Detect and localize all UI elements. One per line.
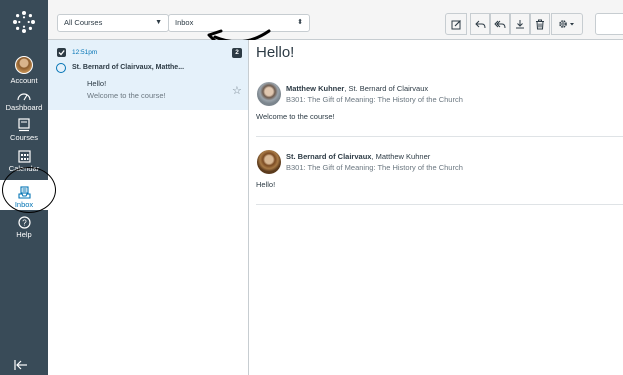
avatar bbox=[257, 82, 281, 106]
calendar-icon bbox=[17, 150, 31, 163]
message-other-participants: , St. Bernard of Clairvaux bbox=[344, 84, 429, 93]
message-divider bbox=[256, 204, 623, 205]
global-nav: Account Dashboard Courses Calendar Inbox… bbox=[0, 0, 48, 375]
inbox-toolbar: All Courses ▼ Inbox ⬍ bbox=[48, 0, 623, 46]
message-course: B301: The Gift of Meaning: The History o… bbox=[286, 163, 463, 172]
download-icon bbox=[516, 20, 524, 29]
nav-item-help[interactable]: ? Help bbox=[0, 216, 48, 239]
message-other-participants: , Matthew Kuhner bbox=[371, 152, 431, 161]
avatar bbox=[15, 56, 33, 74]
dashboard-icon bbox=[17, 93, 31, 101]
search-input[interactable] bbox=[595, 13, 623, 35]
message-body: Hello! bbox=[256, 180, 276, 189]
reply-all-icon bbox=[494, 20, 506, 28]
settings-menu-button[interactable] bbox=[551, 13, 583, 35]
courses-icon bbox=[18, 118, 30, 132]
help-icon: ? bbox=[17, 216, 31, 229]
compose-button[interactable] bbox=[445, 13, 467, 35]
message-author: St. Bernard of Clairvaux bbox=[286, 152, 372, 161]
check-icon bbox=[58, 50, 65, 56]
conversation-time: 12:51pm bbox=[72, 49, 98, 56]
conversation-participants: St. Bernard of Clairvaux, Matthe... bbox=[72, 64, 185, 71]
message-author-line: Matthew Kuhner, St. Bernard of Clairvaux bbox=[286, 84, 428, 93]
nav-label-dashboard: Dashboard bbox=[5, 103, 43, 112]
nav-item-inbox[interactable]: Inbox bbox=[0, 180, 48, 210]
nav-label-account: Account bbox=[10, 76, 38, 85]
gear-icon bbox=[559, 20, 574, 28]
svg-text:?: ? bbox=[22, 219, 27, 228]
message-author: Matthew Kuhner bbox=[286, 84, 345, 93]
mailbox-value: Inbox bbox=[175, 18, 194, 27]
message-count-badge: 2 bbox=[232, 48, 242, 58]
nav-label-inbox: Inbox bbox=[14, 200, 34, 209]
compose-icon bbox=[451, 19, 461, 29]
sort-arrows-icon: ⬍ bbox=[297, 19, 303, 26]
nav-item-account[interactable]: Account bbox=[0, 56, 48, 85]
nav-label-courses: Courses bbox=[10, 133, 38, 142]
message-view: Hello! Matthew Kuhner, St. Bernard of Cl… bbox=[249, 40, 623, 375]
conversation-snippet: Welcome to the course! bbox=[87, 91, 166, 100]
nav-item-calendar[interactable]: Calendar bbox=[0, 150, 48, 173]
course-filter-select[interactable]: All Courses ▼ bbox=[57, 14, 169, 32]
conversation-subject: Hello! bbox=[87, 79, 107, 88]
message-divider bbox=[256, 136, 623, 137]
nav-label-help: Help bbox=[16, 230, 32, 239]
star-icon[interactable]: ☆ bbox=[232, 84, 242, 97]
reply-button[interactable] bbox=[470, 13, 490, 35]
chevron-down-icon: ▼ bbox=[155, 19, 162, 26]
course-filter-value: All Courses bbox=[64, 18, 103, 27]
unread-toggle[interactable] bbox=[56, 63, 66, 73]
reply-icon bbox=[474, 20, 485, 28]
conversation-list: 12:51pm 2 St. Bernard of Clairvaux, Matt… bbox=[48, 40, 249, 375]
trash-icon bbox=[536, 19, 544, 29]
archive-button[interactable] bbox=[510, 13, 530, 35]
collapse-nav-icon[interactable] bbox=[14, 360, 28, 370]
message-course: B301: The Gift of Meaning: The History o… bbox=[286, 95, 463, 104]
avatar bbox=[257, 150, 281, 174]
nav-item-courses[interactable]: Courses bbox=[0, 118, 48, 142]
message-author-line: St. Bernard of Clairvaux, Matthew Kuhner bbox=[286, 152, 430, 161]
nav-item-dashboard[interactable]: Dashboard bbox=[0, 90, 48, 112]
select-checkbox[interactable] bbox=[57, 48, 66, 57]
canvas-logo-icon[interactable] bbox=[12, 10, 36, 34]
conversation-item[interactable]: 12:51pm 2 St. Bernard of Clairvaux, Matt… bbox=[48, 40, 248, 110]
reply-all-button[interactable] bbox=[490, 13, 510, 35]
nav-label-calendar: Calendar bbox=[8, 164, 40, 173]
message-title: Hello! bbox=[256, 44, 295, 61]
message-body: Welcome to the course! bbox=[256, 112, 335, 121]
inbox-icon bbox=[17, 186, 31, 199]
delete-button[interactable] bbox=[530, 13, 550, 35]
